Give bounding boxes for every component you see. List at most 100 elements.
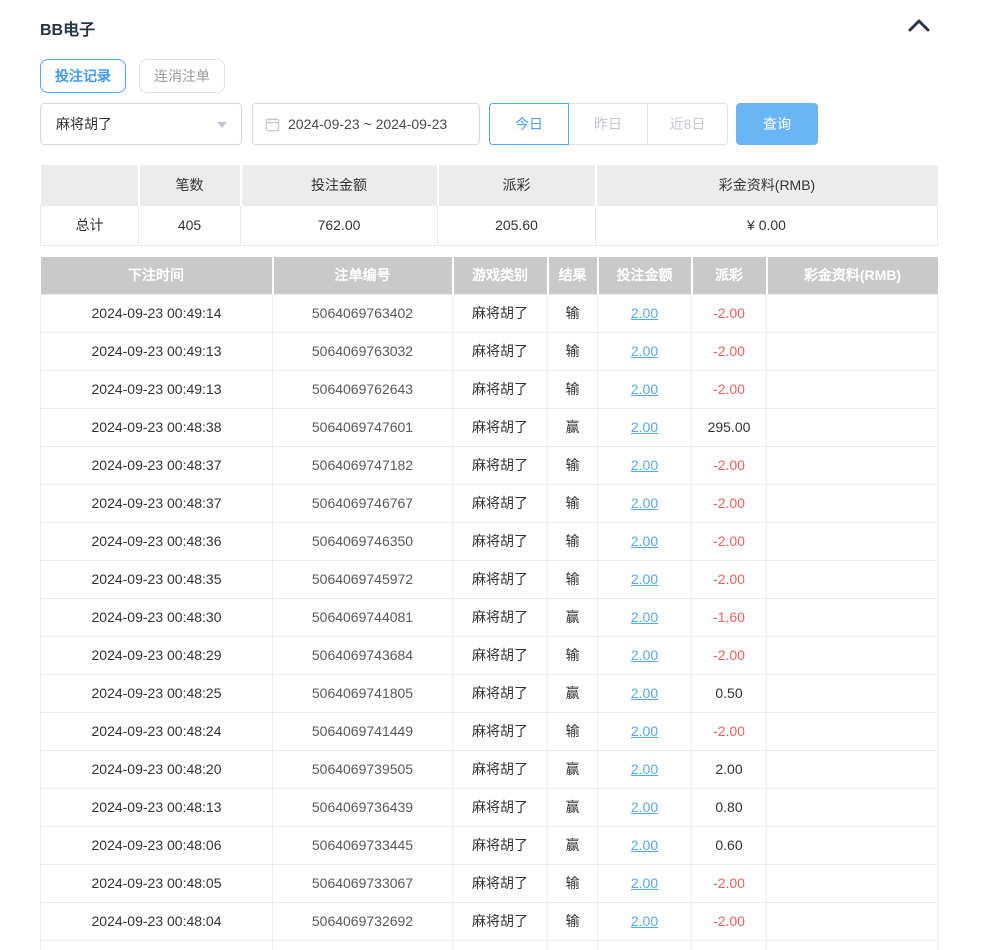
cell-order-id: 5064069746767	[273, 484, 453, 522]
cell-bet-amount: 2.00	[598, 598, 692, 636]
bet-amount-link[interactable]: 2.00	[631, 381, 658, 397]
cell-game-category: 麻将胡了	[453, 560, 548, 598]
bet-amount-link[interactable]: 2.00	[631, 647, 658, 663]
cell-result: 输	[548, 864, 598, 902]
cell-bet-time: 2024-09-23 00:49:13	[41, 332, 273, 370]
cell-bonus	[767, 446, 938, 484]
cell-order-id: 5064069744081	[273, 598, 453, 636]
last-8-days-button[interactable]: 近8日	[648, 103, 728, 145]
cell-game-category: 麻将胡了	[453, 484, 548, 522]
cell-bonus	[767, 788, 938, 826]
cell-result: 输	[548, 294, 598, 332]
cell-game-category: 麻将胡了	[453, 636, 548, 674]
cell-payout: 2.00	[692, 750, 767, 788]
summary-total-row: 总计 405 762.00 205.60 ¥ 0.00	[41, 205, 938, 245]
bet-amount-link[interactable]: 2.00	[631, 533, 658, 549]
game-select-value: 麻将胡了	[56, 114, 112, 134]
cell-bet-time: 2024-09-23 00:48:38	[41, 408, 273, 446]
tab-cascading-bets[interactable]: 连消注单	[139, 59, 225, 93]
cell-order-id: 5064069741805	[273, 674, 453, 712]
bet-amount-link[interactable]: 2.00	[631, 685, 658, 701]
table-row: 2024-09-23 00:49:14 5064069763402 麻将胡了 输…	[41, 294, 938, 332]
summary-total-label: 总计	[41, 205, 139, 245]
date-range-picker[interactable]: 2024-09-23 ~ 2024-09-23	[252, 103, 480, 145]
cell-bonus	[767, 522, 938, 560]
cell-result: 输	[548, 522, 598, 560]
cell-order-id: 5064069763032	[273, 332, 453, 370]
tab-betting-records[interactable]: 投注记录	[40, 59, 126, 93]
cell-game-category: 麻将胡了	[453, 522, 548, 560]
summary-total-payout: 205.60	[438, 205, 596, 245]
cell-bet-amount: 2.00	[598, 560, 692, 598]
table-row: 2024-09-23 00:48:04 5064069732692 麻将胡了 输…	[41, 902, 938, 940]
table-row: 2024-09-23 00:48:36 5064069746350 麻将胡了 输…	[41, 522, 938, 560]
record-type-tabs: 投注记录 连消注单	[40, 59, 225, 93]
today-button[interactable]: 今日	[489, 103, 569, 145]
cell-payout: -2.00	[692, 522, 767, 560]
cell-result: 输	[548, 902, 598, 940]
cell-order-id: 5064069736439	[273, 788, 453, 826]
records-header-result: 结果	[548, 257, 598, 294]
cell-payout: -2.00	[692, 560, 767, 598]
cell-bet-time: 2024-09-23 00:48:24	[41, 712, 273, 750]
cell-bet-amount: 2.00	[598, 408, 692, 446]
bet-amount-link[interactable]: 2.00	[631, 799, 658, 815]
page-title: BB电子	[40, 16, 95, 40]
cell-result: 赢	[548, 598, 598, 636]
cell-bonus	[767, 332, 938, 370]
cell-bonus	[767, 598, 938, 636]
cell-result: 输	[548, 332, 598, 370]
cell-payout: -2.00	[692, 712, 767, 750]
bet-amount-link[interactable]: 2.00	[631, 419, 658, 435]
bet-amount-link[interactable]: 2.00	[631, 457, 658, 473]
cell-bonus	[767, 826, 938, 864]
cell-bet-amount: 2.00	[598, 712, 692, 750]
table-row: 2024-09-23 00:48:20 5064069739505 麻将胡了 赢…	[41, 750, 938, 788]
chevron-down-icon	[217, 122, 227, 128]
cell-bonus	[767, 712, 938, 750]
bet-amount-link[interactable]: 2.00	[631, 875, 658, 891]
table-row: 2024-09-23 00:48:05 5064069733067 麻将胡了 输…	[41, 864, 938, 902]
cell-bonus	[767, 484, 938, 522]
cell-bet-time: 2024-09-23 00:48:29	[41, 636, 273, 674]
cell-bonus	[767, 674, 938, 712]
records-header-bet: 投注金额	[598, 257, 692, 294]
search-button[interactable]: 查询	[736, 103, 818, 145]
cell-bet-time: 2024-09-23 00:48:25	[41, 674, 273, 712]
bet-amount-link[interactable]: 2.00	[631, 837, 658, 853]
bet-amount-link[interactable]: 2.00	[631, 343, 658, 359]
cell-result: 赢	[548, 788, 598, 826]
cell-bet-time: 2024-09-23 00:48:36	[41, 522, 273, 560]
cell-bonus	[767, 294, 938, 332]
bet-amount-link[interactable]: 2.00	[631, 571, 658, 587]
yesterday-button[interactable]: 昨日	[569, 103, 648, 145]
cell-order-id: 5064069739505	[273, 750, 453, 788]
bet-amount-link[interactable]: 2.00	[631, 913, 658, 929]
chevron-up-icon	[908, 21, 930, 36]
bet-amount-link[interactable]: 2.00	[631, 723, 658, 739]
bet-amount-link[interactable]: 2.00	[631, 609, 658, 625]
partial-row	[41, 940, 938, 950]
cell-bet-amount: 2.00	[598, 826, 692, 864]
bet-amount-link[interactable]: 2.00	[631, 761, 658, 777]
cell-order-id: 5064069733445	[273, 826, 453, 864]
cell-result: 输	[548, 446, 598, 484]
game-select[interactable]: 麻将胡了	[40, 103, 242, 145]
cell-payout: 0.60	[692, 826, 767, 864]
date-range-value: 2024-09-23 ~ 2024-09-23	[288, 116, 447, 132]
cell-payout: -2.00	[692, 370, 767, 408]
cell-order-id: 5064069741449	[273, 712, 453, 750]
cell-game-category: 麻将胡了	[453, 674, 548, 712]
cell-bonus	[767, 864, 938, 902]
cell-payout: 295.00	[692, 408, 767, 446]
bet-amount-link[interactable]: 2.00	[631, 495, 658, 511]
cell-bet-amount: 2.00	[598, 750, 692, 788]
cell-game-category: 麻将胡了	[453, 864, 548, 902]
bet-amount-link[interactable]: 2.00	[631, 305, 658, 321]
table-row: 2024-09-23 00:48:37 5064069746767 麻将胡了 输…	[41, 484, 938, 522]
cell-bonus	[767, 750, 938, 788]
cell-payout: -2.00	[692, 902, 767, 940]
cell-order-id: 5064069743684	[273, 636, 453, 674]
filter-bar: 麻将胡了 2024-09-23 ~ 2024-09-23 今日 昨日 近8日 查…	[40, 103, 818, 145]
collapse-panel-button[interactable]	[904, 16, 934, 38]
